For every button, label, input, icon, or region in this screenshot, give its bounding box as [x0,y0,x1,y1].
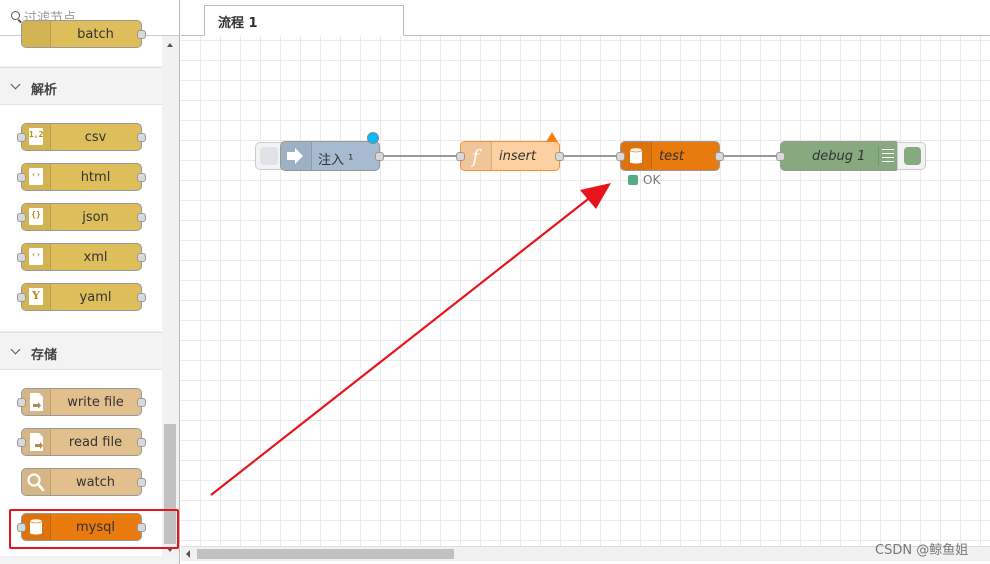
scroll-left-arrow-icon[interactable] [186,550,190,558]
horizontal-scroll-thumb[interactable] [197,549,454,559]
annotation-arrow [210,183,611,496]
watermark-text: CSDN @鲸鱼姐 [875,543,969,558]
workspace-horizontal-scrollbar[interactable] [181,546,990,561]
